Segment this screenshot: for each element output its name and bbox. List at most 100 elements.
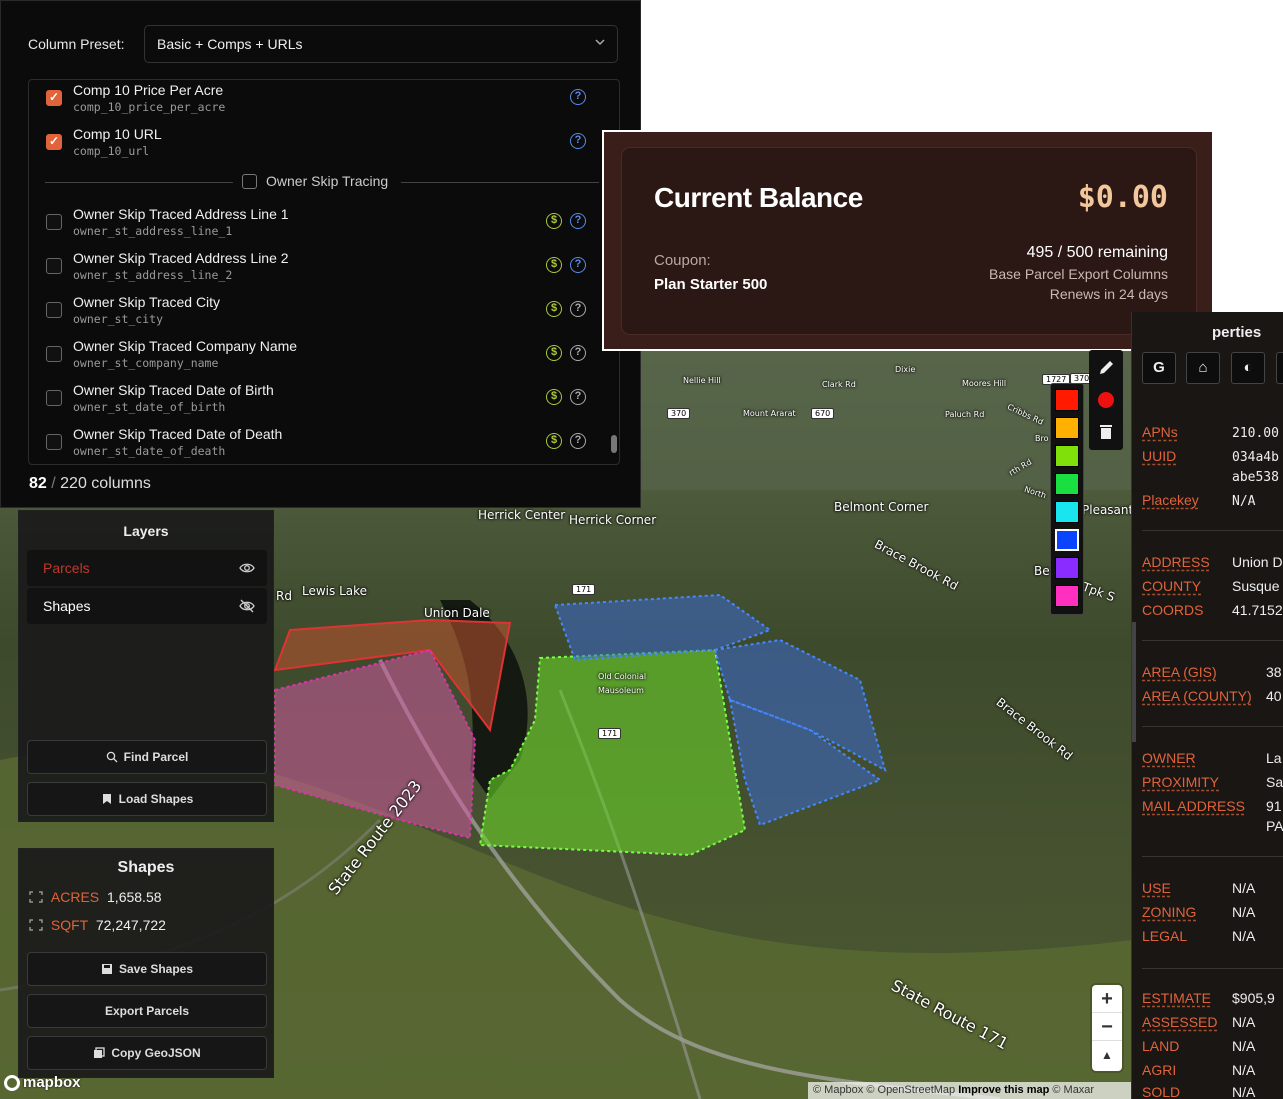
column-item[interactable]: Owner Skip Traced Address Line 1 owner_s… (29, 204, 619, 248)
improve-map-link[interactable]: Improve this map (958, 1084, 1049, 1096)
map-attribution[interactable]: © Mapbox © OpenStreetMap Improve this ma… (808, 1082, 1133, 1099)
save-shapes-button[interactable]: Save Shapes (27, 952, 267, 986)
color-swatch[interactable] (1055, 585, 1079, 607)
search-icon (106, 751, 118, 763)
preset-select[interactable]: Basic + Comps + URLs (144, 25, 618, 63)
prop-key[interactable]: Placekey (1142, 492, 1232, 508)
help-icon[interactable]: ? (570, 133, 586, 149)
column-item[interactable]: Comp 10 Price Per Acre comp_10_price_per… (29, 80, 619, 124)
scrollbar[interactable] (1132, 622, 1136, 742)
prop-key: COORDS (1142, 602, 1204, 618)
prop-row-agri: AGRI N/A (1142, 1062, 1255, 1078)
compass-button[interactable]: ▲ (1092, 1041, 1122, 1069)
column-item[interactable]: Owner Skip Traced City owner_st_city $ ? (29, 292, 619, 336)
eye-icon[interactable] (239, 560, 255, 576)
prop-key[interactable]: ESTIMATE (1142, 990, 1232, 1006)
layer-name: Parcels (43, 560, 90, 576)
trash-icon[interactable] (1096, 422, 1116, 442)
help-icon[interactable]: ? (570, 89, 586, 105)
prop-key[interactable]: OWNER (1142, 750, 1232, 766)
prop-value: N/A (1232, 1014, 1256, 1030)
help-icon[interactable]: ? (570, 433, 586, 449)
prop-key[interactable]: PROXIMITY (1142, 774, 1232, 790)
prop-key[interactable]: AREA (GIS) (1142, 664, 1232, 680)
layer-row-parcels[interactable]: Parcels (27, 550, 267, 586)
column-list[interactable]: Comp 10 Price Per Acre comp_10_price_per… (28, 79, 620, 465)
zoom-in-button[interactable]: + (1092, 985, 1122, 1013)
prop-key[interactable]: ASSESSED (1142, 1014, 1232, 1030)
column-checkbox[interactable] (46, 134, 62, 150)
load-shapes-label: Load Shapes (118, 792, 194, 806)
column-checkbox[interactable] (46, 214, 62, 230)
prop-row-sold: SOLD N/A (1142, 1084, 1255, 1099)
prop-row-address: ADDRESS Union D (1142, 554, 1283, 570)
prop-key[interactable]: COUNTY (1142, 578, 1232, 594)
group-checkbox[interactable] (242, 174, 257, 189)
column-title: Owner Skip Traced Date of Death (73, 426, 283, 442)
column-checkbox[interactable] (46, 346, 62, 362)
prop-key[interactable]: AREA (COUNTY) (1142, 688, 1252, 704)
color-swatch[interactable] (1055, 557, 1079, 579)
map-label: Bro (1035, 434, 1049, 443)
layer-row-shapes[interactable]: Shapes (27, 588, 267, 624)
prop-key[interactable]: UUID (1142, 448, 1232, 464)
load-shapes-button[interactable]: Load Shapes (27, 782, 267, 816)
edit-icon[interactable]: ⌂ (1186, 352, 1220, 384)
prop-key[interactable]: MAIL ADDRESS (1142, 798, 1245, 814)
column-title: Owner Skip Traced Address Line 1 (73, 206, 289, 222)
help-icon[interactable]: ? (570, 257, 586, 273)
column-checkbox[interactable] (46, 390, 62, 406)
prop-row-placekey: Placekey N/A (1142, 492, 1255, 509)
copy-geojson-button[interactable]: Copy GeoJSON (27, 1036, 267, 1070)
column-checkbox[interactable] (46, 258, 62, 274)
prop-key[interactable]: ZONING (1142, 904, 1232, 920)
help-icon[interactable]: ? (570, 213, 586, 229)
column-key: owner_st_date_of_birth (73, 400, 226, 414)
column-item[interactable]: Comp 10 URL comp_10_url ? (29, 124, 619, 168)
prop-row-uuid: UUID 034a4b (1142, 448, 1279, 465)
color-swatch[interactable] (1055, 445, 1079, 467)
expand-icon (29, 891, 43, 903)
globe-icon[interactable]: ◐ (1231, 352, 1265, 384)
column-item[interactable]: Owner Skip Traced Address Line 2 owner_s… (29, 248, 619, 292)
color-swatch[interactable] (1055, 501, 1079, 523)
color-swatch[interactable] (1055, 389, 1079, 411)
prop-value: Union D (1232, 554, 1283, 570)
prop-key[interactable]: ADDRESS (1142, 554, 1232, 570)
column-item[interactable]: Owner Skip Traced Company Name owner_st_… (29, 336, 619, 380)
color-swatch-selected[interactable] (1055, 529, 1079, 551)
column-item[interactable]: Owner Skip Traced Date of Birth owner_st… (29, 380, 619, 424)
column-checkbox[interactable] (46, 302, 62, 318)
help-icon[interactable]: ? (570, 301, 586, 317)
export-parcels-button[interactable]: Export Parcels (27, 994, 267, 1028)
help-icon[interactable]: ? (570, 345, 586, 361)
color-swatch[interactable] (1055, 417, 1079, 439)
column-preset-panel: Column Preset: Basic + Comps + URLs Comp… (0, 0, 641, 508)
zoom-out-button[interactable]: − (1092, 1013, 1122, 1041)
eye-off-icon[interactable] (239, 598, 255, 614)
color-swatch[interactable] (1055, 473, 1079, 495)
record-dot-icon[interactable] (1096, 390, 1116, 410)
prop-key[interactable]: USE (1142, 880, 1232, 896)
prop-key: LAND (1142, 1038, 1180, 1054)
map-label: Mausoleum (598, 686, 644, 695)
scrollbar[interactable] (611, 435, 617, 453)
prop-key[interactable]: APNs (1142, 424, 1232, 440)
column-checkbox[interactable] (46, 434, 62, 450)
draw-toolbar (1089, 350, 1123, 450)
find-parcel-button[interactable]: Find Parcel (27, 740, 267, 774)
column-checkbox[interactable] (46, 90, 62, 106)
google-button[interactable]: G (1142, 352, 1176, 384)
group-label: Owner Skip Tracing (266, 173, 389, 189)
column-item[interactable]: Owner Skip Traced Date of Death owner_st… (29, 424, 619, 464)
attribution-text: © Maxar (1049, 1084, 1095, 1096)
column-title: Owner Skip Traced Company Name (73, 338, 298, 354)
help-icon[interactable]: ? (570, 389, 586, 405)
prop-value: 91 (1266, 798, 1282, 814)
more-tool-button[interactable] (1276, 352, 1283, 384)
pencil-icon[interactable] (1096, 358, 1116, 378)
prop-value: N/A (1232, 494, 1256, 509)
prop-key[interactable]: SOLD (1142, 1084, 1232, 1099)
mapbox-logo[interactable]: mapbox (4, 1074, 81, 1091)
prop-value: $905,9 (1232, 990, 1275, 1006)
